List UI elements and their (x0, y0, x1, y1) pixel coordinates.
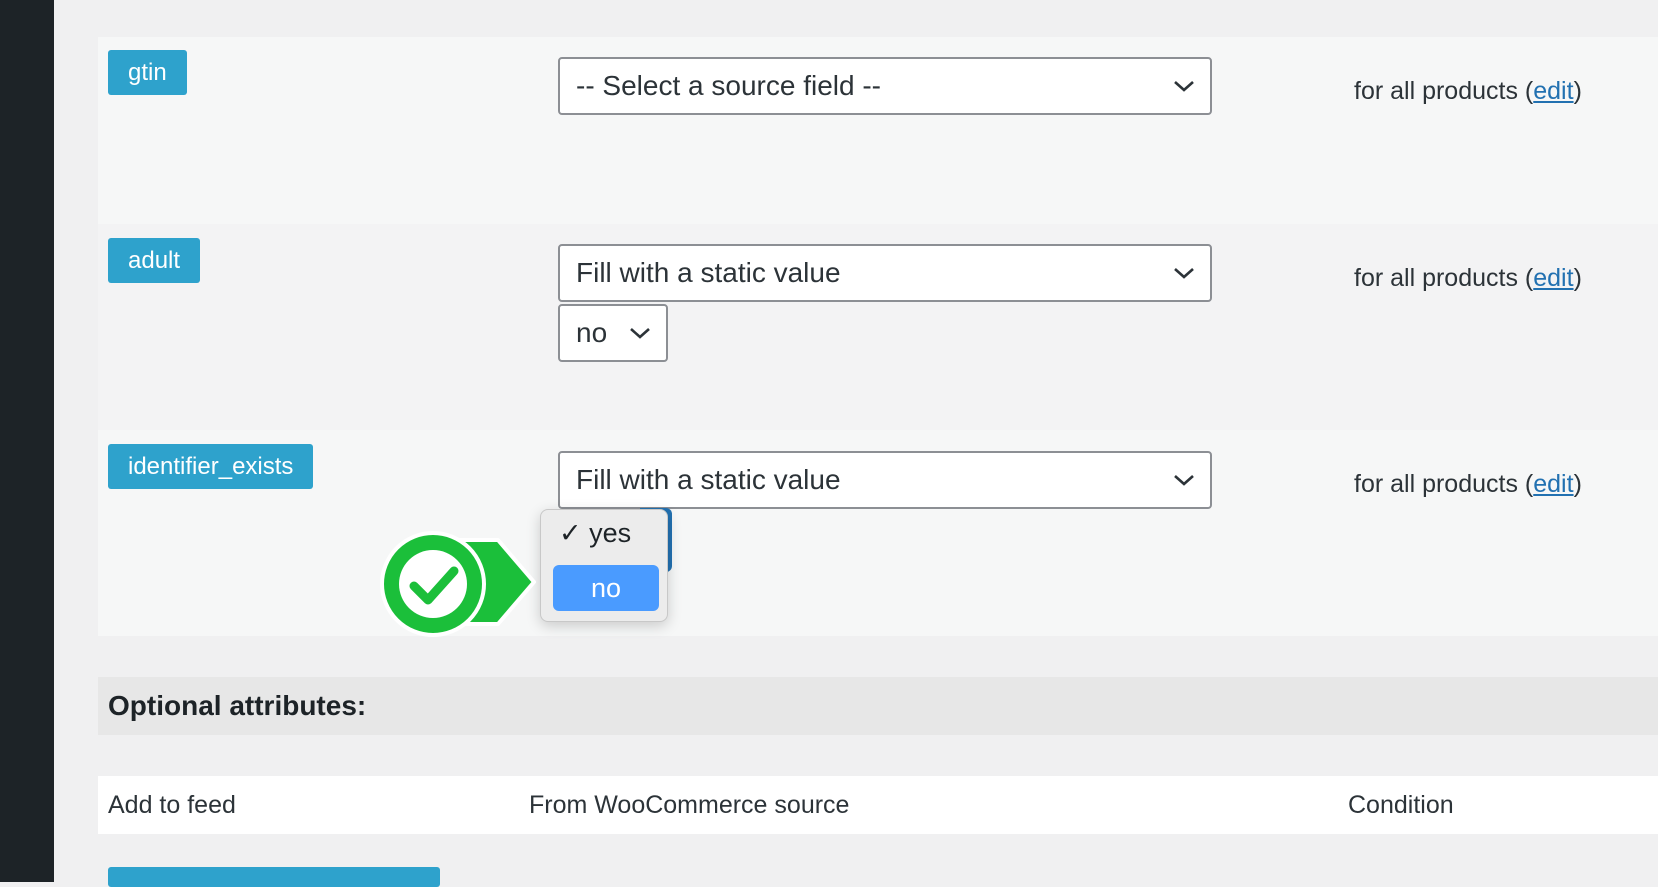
condition-text: for all products (edit) (1354, 470, 1582, 498)
static-value-dropdown-menu: ✓ yes no (540, 509, 668, 622)
chevron-down-icon (1174, 81, 1194, 92)
attribute-tag-adult: adult (108, 238, 201, 283)
source-field-select-value: -- Select a source field -- (576, 70, 881, 101)
source-field-select[interactable]: Fill with a static value (558, 244, 1212, 302)
edit-condition-link[interactable]: edit (1533, 264, 1573, 292)
attribute-row-identifier-exists: identifier_exists Fill with a static val… (98, 430, 1658, 636)
optional-attributes-heading: Optional attributes: (98, 677, 1658, 735)
column-header-source: From WooCommerce source (529, 791, 850, 819)
checkmark-icon: ✓ (559, 518, 582, 548)
edit-condition-link[interactable]: edit (1533, 77, 1573, 105)
static-value-select-value: no (576, 317, 608, 348)
chevron-down-icon (630, 328, 650, 339)
edit-condition-link[interactable]: edit (1533, 470, 1573, 498)
add-attribute-button[interactable] (108, 867, 440, 887)
check-callout-icon (380, 531, 536, 637)
dropdown-option-yes[interactable]: ✓ yes (559, 518, 631, 549)
attribute-tag-gtin: gtin (108, 50, 187, 95)
dropdown-option-no[interactable]: no (553, 565, 659, 611)
column-header-add-to-feed: Add to feed (108, 791, 236, 819)
static-value-select[interactable]: no (558, 304, 668, 362)
source-field-select-value: Fill with a static value (576, 257, 841, 288)
attribute-tag-identifier-exists: identifier_exists (108, 444, 314, 489)
optional-attributes-title: Optional attributes: (108, 690, 367, 721)
column-header-condition: Condition (1348, 791, 1454, 819)
optional-attributes-table-header: Add to feed From WooCommerce source Cond… (98, 776, 1658, 834)
source-field-select-value: Fill with a static value (576, 464, 841, 495)
condition-text: for all products (edit) (1354, 77, 1582, 105)
source-field-select[interactable]: -- Select a source field -- (558, 57, 1212, 115)
dropdown-option-label: yes (589, 518, 632, 548)
attribute-row-adult: adult Fill with a static value no for al… (98, 224, 1658, 430)
admin-sidebar (0, 0, 54, 882)
condition-text: for all products (edit) (1354, 264, 1582, 292)
source-field-select[interactable]: Fill with a static value (558, 451, 1212, 509)
chevron-down-icon (1174, 475, 1194, 486)
attribute-row-gtin: gtin -- Select a source field -- for all… (98, 37, 1658, 224)
chevron-down-icon (1174, 268, 1194, 279)
